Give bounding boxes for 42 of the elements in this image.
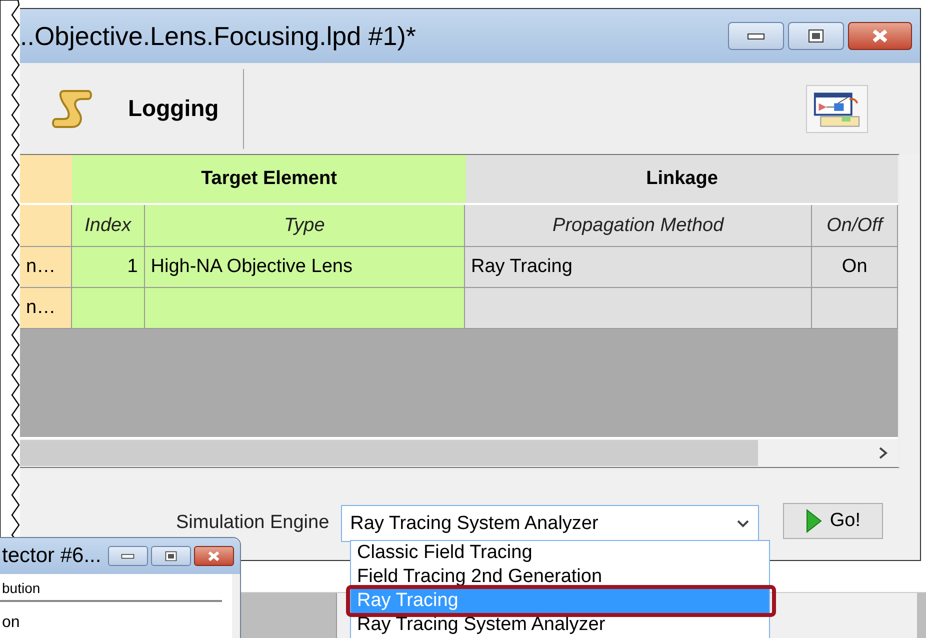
table-cell: n… <box>20 247 72 288</box>
go-button[interactable]: Go! <box>783 503 884 539</box>
dropdown-option[interactable]: Ray Tracing System Analyzer <box>351 613 769 637</box>
close-icon <box>207 550 221 562</box>
group-header <box>20 155 72 205</box>
column-header[interactable]: Type <box>144 205 466 247</box>
table-cell: High-NA Objective Lens <box>144 247 466 288</box>
minimize-button[interactable] <box>728 22 784 50</box>
window-title: tector #6... <box>1 544 102 568</box>
maximize-icon <box>165 550 177 562</box>
table-cell: Ray Tracing <box>465 247 812 288</box>
table-cell: 1 <box>72 247 145 288</box>
logging-button[interactable]: Logging <box>128 95 219 122</box>
group-header: Target Element <box>72 155 466 205</box>
scroll-right-icon[interactable] <box>878 446 888 460</box>
engine-dropdown[interactable]: Ray Tracing System Analyzer <box>341 505 760 542</box>
list-item[interactable]: on <box>0 602 232 632</box>
close-button[interactable] <box>194 546 234 566</box>
column-header[interactable]: Index <box>72 205 145 247</box>
scrollbar-thumb[interactable] <box>20 440 758 466</box>
maximize-button[interactable] <box>788 22 844 50</box>
column-header[interactable]: On/Off <box>812 205 898 247</box>
minimize-icon <box>747 32 765 40</box>
minimize-icon <box>121 553 135 559</box>
table-cell: n… <box>20 288 72 329</box>
maximize-button[interactable] <box>151 546 191 566</box>
layout-button[interactable] <box>806 84 868 132</box>
close-icon <box>871 29 889 43</box>
maximize-icon <box>808 29 824 43</box>
window-title: ..Objective.Lens.Focusing.lpd #1)* <box>20 20 417 52</box>
close-button[interactable] <box>848 22 912 50</box>
column-header[interactable]: Propagation Method <box>465 205 812 247</box>
panel-header: bution <box>0 574 222 602</box>
horizontal-scrollbar[interactable] <box>20 437 898 467</box>
table-cell: On <box>812 247 898 288</box>
dropdown-option[interactable]: Field Tracing 2nd Generation <box>351 565 769 589</box>
simulation-engine-label: Simulation Engine <box>176 512 330 534</box>
minimize-button[interactable] <box>108 546 148 566</box>
group-header: Linkage <box>466 155 898 205</box>
chevron-down-icon <box>736 518 750 528</box>
play-icon <box>806 509 822 533</box>
dropdown-option[interactable]: Classic Field Tracing <box>351 541 769 565</box>
